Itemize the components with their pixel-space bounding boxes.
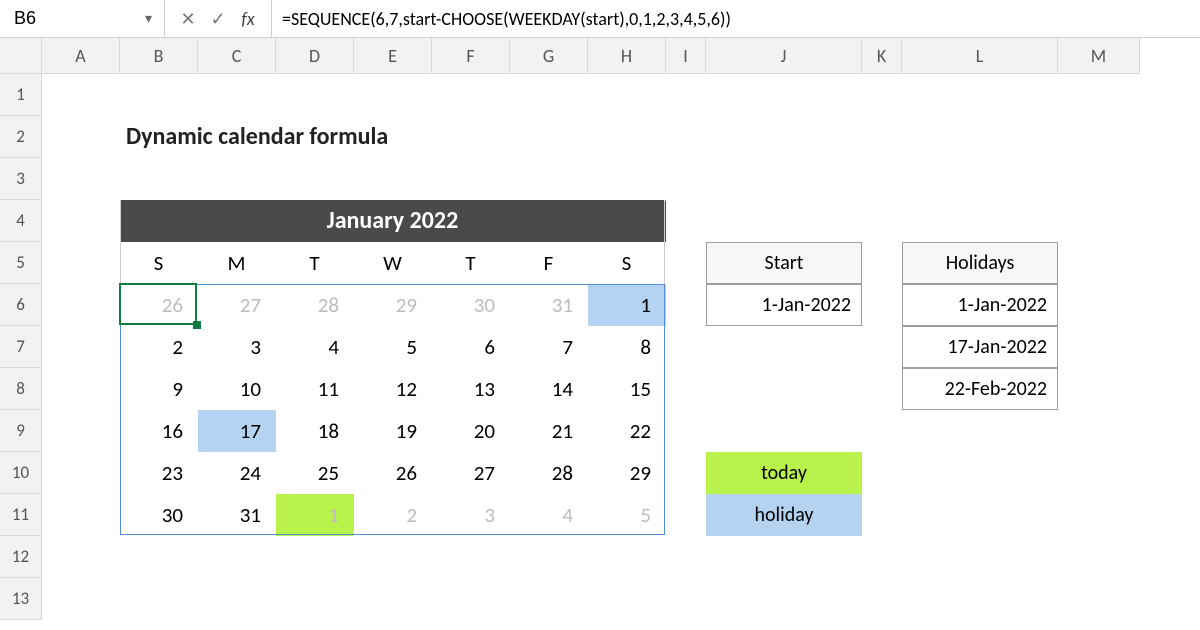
calendar-day[interactable]: 6 xyxy=(432,326,510,368)
page-title: Dynamic calendar formula xyxy=(120,116,588,158)
row-header[interactable]: 7 xyxy=(0,326,42,368)
calendar-day[interactable]: 8 xyxy=(588,326,666,368)
calendar-day[interactable]: 7 xyxy=(510,326,588,368)
formula-input[interactable] xyxy=(272,0,1200,37)
col-header[interactable]: E xyxy=(354,38,432,74)
name-box[interactable]: ▾ xyxy=(0,0,165,37)
calendar-day[interactable]: 23 xyxy=(120,452,198,494)
row-header[interactable]: 5 xyxy=(0,242,42,284)
col-header[interactable]: J xyxy=(706,38,862,74)
row-header[interactable]: 3 xyxy=(0,158,42,200)
calendar-day[interactable]: 29 xyxy=(588,452,666,494)
fill-handle[interactable] xyxy=(193,321,201,329)
calendar-day[interactable]: 14 xyxy=(510,368,588,410)
col-header[interactable]: F xyxy=(432,38,510,74)
cancel-icon[interactable]: ✕ xyxy=(177,8,199,30)
calendar-day[interactable]: 18 xyxy=(276,410,354,452)
calendar-day[interactable]: 3 xyxy=(432,494,510,536)
weekday-header: S xyxy=(120,242,198,284)
calendar-day[interactable]: 27 xyxy=(198,284,276,326)
calendar-day[interactable]: 15 xyxy=(588,368,666,410)
weekday-header: T xyxy=(276,242,354,284)
calendar-day[interactable]: 4 xyxy=(276,326,354,368)
confirm-icon[interactable]: ✓ xyxy=(207,8,229,30)
calendar-day[interactable]: 30 xyxy=(120,494,198,536)
calendar-day[interactable]: 1 xyxy=(588,284,666,326)
start-value[interactable]: 1-Jan-2022 xyxy=(706,284,862,326)
legend-today: today xyxy=(706,452,862,494)
calendar-day[interactable]: 26 xyxy=(354,452,432,494)
calendar-day[interactable]: 21 xyxy=(510,410,588,452)
start-label: Start xyxy=(706,242,862,284)
chevron-down-icon[interactable]: ▾ xyxy=(139,10,152,27)
col-header[interactable]: L xyxy=(902,38,1058,74)
calendar-day[interactable]: 30 xyxy=(432,284,510,326)
calendar-day[interactable]: 29 xyxy=(354,284,432,326)
col-header[interactable]: C xyxy=(198,38,276,74)
calendar-month-banner: January 2022 xyxy=(120,200,666,242)
formula-bar-buttons: ✕ ✓ fx xyxy=(165,0,272,37)
holiday-value[interactable]: 17-Jan-2022 xyxy=(902,326,1058,368)
calendar-day[interactable]: 26 xyxy=(120,284,198,326)
calendar-day[interactable]: 3 xyxy=(198,326,276,368)
col-header[interactable]: I xyxy=(666,38,706,74)
calendar-day[interactable]: 25 xyxy=(276,452,354,494)
col-header[interactable]: A xyxy=(42,38,120,74)
calendar-day[interactable]: 31 xyxy=(510,284,588,326)
calendar-day[interactable]: 22 xyxy=(588,410,666,452)
col-header[interactable]: G xyxy=(510,38,588,74)
calendar-day[interactable]: 10 xyxy=(198,368,276,410)
calendar-day[interactable]: 4 xyxy=(510,494,588,536)
calendar-day[interactable]: 24 xyxy=(198,452,276,494)
row-header[interactable]: 8 xyxy=(0,368,42,410)
calendar-day[interactable]: 13 xyxy=(432,368,510,410)
select-all-corner[interactable] xyxy=(0,38,42,74)
col-header[interactable]: H xyxy=(588,38,666,74)
calendar-day[interactable]: 1 xyxy=(276,494,354,536)
legend-holiday: holiday xyxy=(706,494,862,536)
weekday-header: T xyxy=(432,242,510,284)
calendar-day[interactable]: 31 xyxy=(198,494,276,536)
weekday-header: W xyxy=(354,242,432,284)
row-header[interactable]: 12 xyxy=(0,536,42,578)
row-header[interactable]: 1 xyxy=(0,74,42,116)
col-header[interactable]: B xyxy=(120,38,198,74)
col-header[interactable]: D xyxy=(276,38,354,74)
holiday-value[interactable]: 22-Feb-2022 xyxy=(902,368,1058,410)
row-header[interactable]: 9 xyxy=(0,410,42,452)
calendar-day[interactable]: 2 xyxy=(354,494,432,536)
calendar-day[interactable]: 11 xyxy=(276,368,354,410)
calendar-day[interactable]: 19 xyxy=(354,410,432,452)
calendar-day[interactable]: 5 xyxy=(588,494,666,536)
col-header[interactable]: M xyxy=(1058,38,1140,74)
row-header[interactable]: 2 xyxy=(0,116,42,158)
calendar-day[interactable]: 28 xyxy=(276,284,354,326)
spreadsheet-grid[interactable]: A B C D E F G H I J K L M 1 2 3 4 5 6 7 … xyxy=(0,38,1200,620)
holiday-value[interactable]: 1-Jan-2022 xyxy=(902,284,1058,326)
calendar-day[interactable]: 5 xyxy=(354,326,432,368)
row-header[interactable]: 4 xyxy=(0,200,42,242)
fx-icon[interactable]: fx xyxy=(237,8,259,30)
calendar-day[interactable]: 28 xyxy=(510,452,588,494)
name-box-input[interactable] xyxy=(12,7,139,30)
calendar-day[interactable]: 27 xyxy=(432,452,510,494)
row-header[interactable]: 11 xyxy=(0,494,42,536)
calendar-day[interactable]: 2 xyxy=(120,326,198,368)
row-header[interactable]: 10 xyxy=(0,452,42,494)
row-header[interactable]: 6 xyxy=(0,284,42,326)
col-header[interactable]: K xyxy=(862,38,902,74)
calendar-day[interactable]: 12 xyxy=(354,368,432,410)
calendar-day[interactable]: 16 xyxy=(120,410,198,452)
row-header[interactable]: 13 xyxy=(0,578,42,620)
calendar-day[interactable]: 20 xyxy=(432,410,510,452)
weekday-header: M xyxy=(198,242,276,284)
weekday-header: F xyxy=(510,242,588,284)
calendar-day[interactable]: 9 xyxy=(120,368,198,410)
weekday-header: S xyxy=(588,242,666,284)
holidays-label: Holidays xyxy=(902,242,1058,284)
formula-bar: ▾ ✕ ✓ fx xyxy=(0,0,1200,38)
calendar-day[interactable]: 17 xyxy=(198,410,276,452)
